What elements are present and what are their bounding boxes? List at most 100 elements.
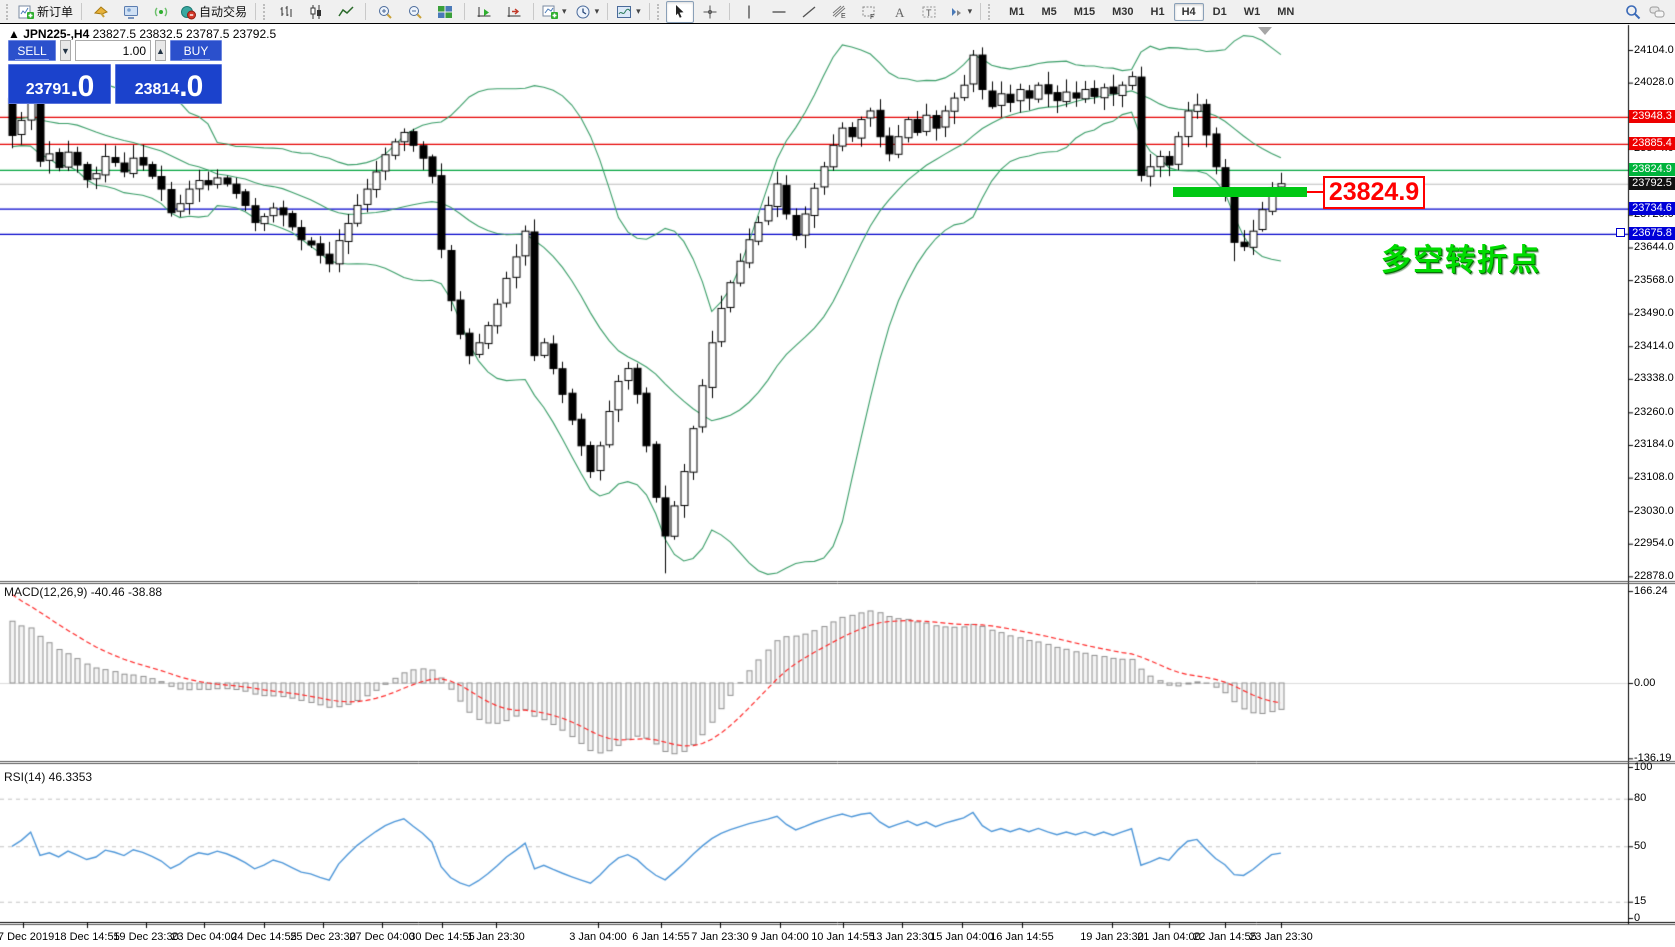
toolbar-separator — [607, 3, 608, 20]
time-axis-label: 19 Dec 23:30 — [113, 931, 178, 943]
market-watch-button[interactable] — [117, 1, 145, 23]
chat-icon[interactable] — [1649, 4, 1665, 20]
arrows-tool-button[interactable]: ▾ — [945, 1, 976, 23]
vline-tool-button[interactable] — [735, 1, 763, 23]
zoom-out-button[interactable] — [401, 1, 429, 23]
bar-chart-button[interactable] — [272, 1, 300, 23]
dropdown-caret: ▾ — [595, 6, 600, 17]
price-line-label[interactable]: 23885.4 — [1629, 137, 1675, 150]
price-axis-tick: 23184.0 — [1634, 438, 1674, 450]
add-indicator-button[interactable]: ▾ — [539, 1, 570, 23]
autotrade-button[interactable]: 自动交易 — [177, 1, 250, 23]
pane-divider-rsi[interactable] — [0, 762, 1675, 767]
toolbar-separator — [255, 3, 256, 20]
price-line-label[interactable]: 23675.8 — [1629, 227, 1675, 240]
signal-icon — [153, 4, 169, 20]
new-order-button[interactable]: 新订单 — [15, 1, 76, 23]
cursor-icon — [672, 4, 688, 20]
new-order-icon — [18, 4, 34, 20]
price-axis-tick: 23260.0 — [1634, 406, 1674, 418]
tf-button-H4[interactable]: H4 — [1174, 3, 1204, 21]
chart-shift-marker-icon[interactable] — [1258, 27, 1272, 35]
highlight-rectangle[interactable] — [1173, 187, 1307, 197]
price-line-label[interactable]: 23734.6 — [1629, 202, 1675, 215]
tf-button-H1[interactable]: H1 — [1143, 3, 1173, 21]
arrows-icon — [948, 4, 964, 20]
volume-input[interactable] — [75, 40, 151, 61]
candle-chart-button[interactable] — [302, 1, 330, 23]
price-callout-box[interactable]: 23824.9 — [1323, 176, 1425, 209]
hline-drag-handle[interactable] — [1616, 228, 1625, 237]
tools-button[interactable] — [87, 1, 115, 23]
time-axis-label: 7 Jan 23:30 — [691, 931, 749, 943]
label-tool-button[interactable]: T — [915, 1, 943, 23]
svg-text:E: E — [841, 13, 846, 20]
trendline-tool-button[interactable] — [795, 1, 823, 23]
tile-windows-button[interactable] — [431, 1, 459, 23]
buy-price-box[interactable]: 23814 .0 — [115, 64, 222, 104]
time-axis-label: 18 Dec 14:55 — [54, 931, 119, 943]
time-axis-label: 25 Dec 23:30 — [290, 931, 355, 943]
price-axis-tick: 23414.0 — [1634, 340, 1674, 352]
templates-button[interactable]: ▾ — [613, 1, 644, 23]
sell-price-box[interactable]: 23791 .0 — [8, 64, 111, 104]
periods-button[interactable]: ▾ — [572, 1, 603, 23]
tile-windows-icon — [437, 4, 453, 20]
toolbar-grip — [6, 4, 11, 20]
time-axis-label: 15 Jan 04:00 — [930, 931, 994, 943]
buy-button[interactable]: BUY — [170, 40, 222, 61]
svg-text:A: A — [895, 5, 905, 20]
rsi-label: RSI(14) 46.3353 — [4, 770, 92, 784]
dropdown-caret: ▾ — [636, 6, 641, 17]
symbol-period: JPN225-,H4 — [23, 27, 89, 41]
chart-canvas[interactable] — [0, 24, 1675, 947]
price-axis-tick: 22954.0 — [1634, 537, 1674, 549]
step-up-icon: ▲ — [156, 46, 165, 56]
toolbar-grip — [988, 4, 993, 20]
tf-button-M1[interactable]: M1 — [1001, 3, 1032, 21]
time-axis-label: 23 Jan 23:30 — [1249, 931, 1313, 943]
volume-step-up[interactable]: ▲ — [155, 40, 166, 61]
one-click-trade-panel: SELL ▼ ▲ BUY 23791 .0 23814 .0 — [8, 40, 222, 104]
line-chart-button[interactable] — [332, 1, 360, 23]
search-icon[interactable] — [1625, 4, 1641, 20]
time-axis-label: 6 Jan 14:55 — [632, 931, 690, 943]
auto-scroll-button[interactable] — [470, 1, 498, 23]
tf-button-MN[interactable]: MN — [1269, 3, 1302, 21]
tf-button-D1[interactable]: D1 — [1205, 3, 1235, 21]
tf-button-W1[interactable]: W1 — [1236, 3, 1269, 21]
tf-button-M30[interactable]: M30 — [1104, 3, 1141, 21]
add-indicator-icon — [542, 4, 558, 20]
crosshair-tool-button[interactable] — [696, 1, 724, 23]
price-line-label[interactable]: 23948.3 — [1629, 110, 1675, 123]
pane-divider-macd[interactable] — [0, 580, 1675, 585]
zoom-in-button[interactable] — [371, 1, 399, 23]
auto-scroll-icon — [476, 4, 492, 20]
time-axis-label: 9 Jan 04:00 — [751, 931, 809, 943]
hammer-icon — [93, 4, 109, 20]
chart-shift-icon — [506, 4, 522, 20]
sell-button[interactable]: SELL — [8, 40, 56, 61]
tf-button-M15[interactable]: M15 — [1066, 3, 1103, 21]
signals-button[interactable] — [147, 1, 175, 23]
cursor-tool-button[interactable] — [666, 1, 694, 23]
hline-tool-button[interactable] — [765, 1, 793, 23]
time-axis-label: 23 Dec 04:00 — [171, 931, 236, 943]
rsi-axis-tick: 100 — [1634, 761, 1652, 773]
fibo-tool-button[interactable]: E — [825, 1, 853, 23]
turning-point-annotation[interactable]: 多空转折点 — [1381, 235, 1541, 279]
chart-shift-button[interactable] — [500, 1, 528, 23]
channel-tool-button[interactable]: F — [855, 1, 883, 23]
collapse-arrow-icon[interactable]: ▲ — [8, 27, 20, 41]
text-tool-button[interactable]: A — [885, 1, 913, 23]
tf-button-M5[interactable]: M5 — [1033, 3, 1064, 21]
price-line-label[interactable]: 23824.9 — [1629, 163, 1675, 176]
rsi-axis-tick: 0 — [1634, 912, 1640, 924]
macd-axis-tick: 0.00 — [1634, 677, 1655, 689]
price-axis-tick: 23108.0 — [1634, 471, 1674, 483]
price-axis-tick: 23644.0 — [1634, 241, 1674, 253]
time-axis-label: 16 Jan 14:55 — [990, 931, 1054, 943]
volume-step-down[interactable]: ▼ — [60, 40, 71, 61]
sell-price-int: 23791 — [26, 79, 71, 101]
price-line-label[interactable]: 23792.5 — [1629, 177, 1675, 190]
